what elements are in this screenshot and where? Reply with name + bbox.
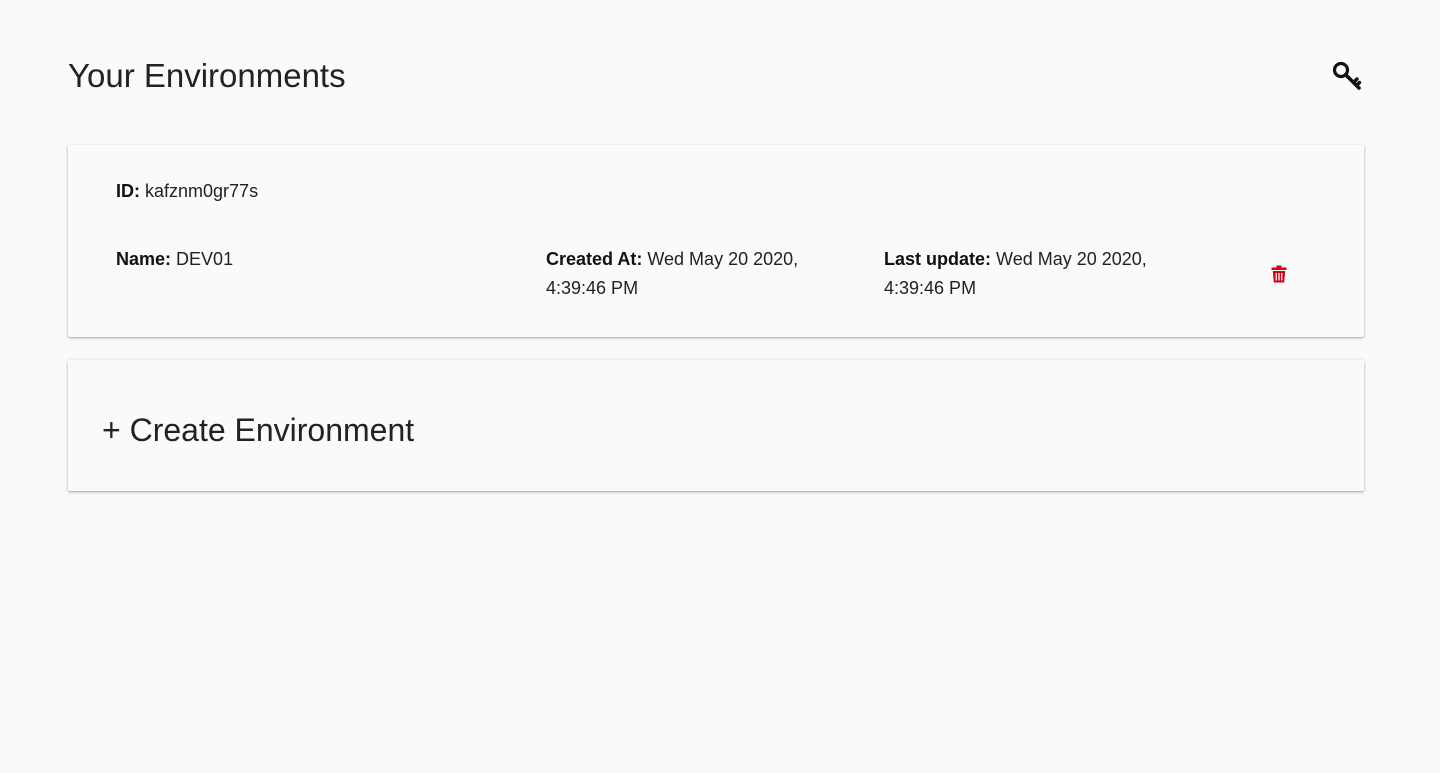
environment-card: ID: kafznm0gr77s Name: DEV01 Created At:… — [68, 145, 1364, 337]
page-title: Your Environments — [68, 57, 346, 94]
key-icon — [1332, 61, 1362, 90]
environment-id: ID: kafznm0gr77s — [116, 177, 258, 206]
last-update-label: Last update: — [884, 249, 992, 269]
environment-name-value: DEV01 — [176, 249, 234, 269]
delete-environment-button[interactable] — [1268, 263, 1290, 285]
environment-id-value: kafznm0gr77s — [145, 181, 259, 201]
page-header: Your Environments — [68, 54, 1364, 100]
environment-id-label: ID: — [116, 181, 140, 201]
api-keys-button[interactable] — [1330, 59, 1364, 93]
create-environment-card[interactable]: + Create Environment — [68, 360, 1364, 491]
created-at-label: Created At: — [546, 249, 643, 269]
environment-created-at: Created At: Wed May 20 2020, 4:39:46 PM — [546, 245, 846, 303]
environments-page: Your Environments ID: kafznm0gr77s Name:… — [0, 0, 1440, 773]
environment-last-update: Last update: Wed May 20 2020, 4:39:46 PM — [884, 245, 1184, 303]
trash-icon — [1271, 265, 1287, 283]
environment-name: Name: DEV01 — [116, 245, 233, 274]
create-environment-label: + Create Environment — [102, 412, 415, 448]
environment-name-label: Name: — [116, 249, 172, 269]
